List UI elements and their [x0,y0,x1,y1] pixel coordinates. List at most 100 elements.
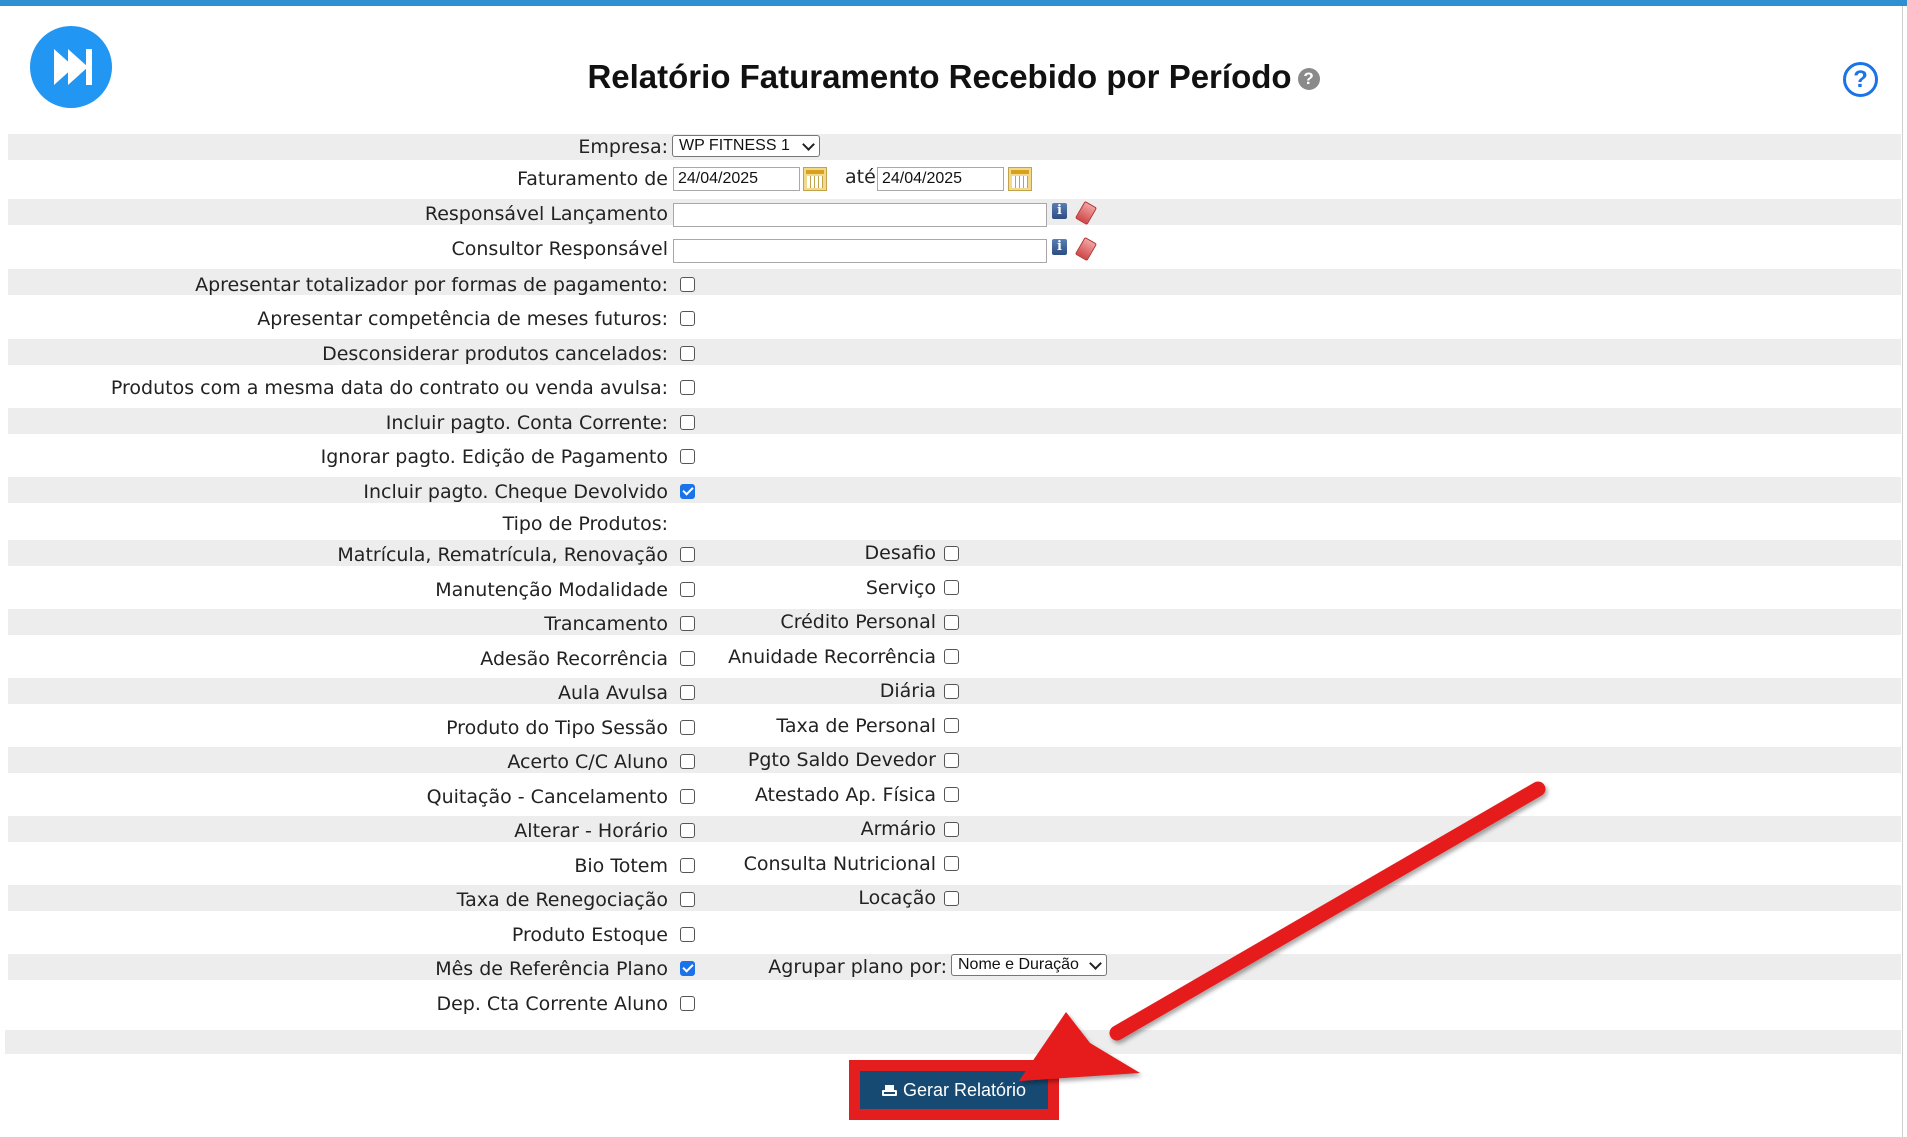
product-type-label: Atestado Ap. Física [754,784,936,806]
agrupar-plano-select[interactable]: Nome e Duração [951,954,1107,976]
page-title: Relatório Faturamento Recebido por Perío… [0,58,1907,96]
empresa-select-value: WP FITNESS 1 [679,137,790,154]
product-type-label: Crédito Personal [780,611,936,633]
product-type-label: Alterar - Horário [514,820,668,842]
product-type-checkbox[interactable] [680,858,695,873]
product-type-checkbox-checked[interactable] [680,961,695,976]
option-checkbox[interactable] [680,415,695,430]
product-type-checkbox[interactable] [680,789,695,804]
right-border [1902,6,1903,1137]
option-checkbox[interactable] [680,380,695,395]
product-type-checkbox[interactable] [680,720,695,735]
product-type-checkbox[interactable] [944,546,959,561]
option-label: Apresentar totalizador por formas de pag… [195,274,668,296]
product-type-checkbox[interactable] [944,787,959,802]
product-type-checkbox[interactable] [944,856,959,871]
product-type-checkbox[interactable] [680,754,695,769]
product-type-label: Consulta Nutricional [743,853,936,875]
product-type-checkbox[interactable] [680,685,695,700]
option-label: Incluir pagto. Cheque Devolvido [363,481,668,503]
consultor-input[interactable] [673,239,1047,263]
product-type-checkbox[interactable] [944,718,959,733]
product-type-checkbox[interactable] [944,580,959,595]
consultor-label: Consultor Responsável [451,238,669,260]
chevron-down-icon [1089,957,1102,970]
row-stripe [8,477,1901,503]
product-type-label: Pgto Saldo Devedor [747,749,936,771]
product-type-label: Produto do Tipo Sessão [446,717,668,739]
product-type-label: Mês de Referência Plano [435,958,668,980]
option-label: Incluir pagto. Conta Corrente: [385,412,668,434]
row-stripe [8,339,1901,365]
product-type-checkbox[interactable] [944,822,959,837]
product-type-label: Taxa de Personal [776,715,936,737]
responsavel-input[interactable] [673,203,1047,227]
product-type-checkbox[interactable] [944,684,959,699]
option-checkbox[interactable] [680,346,695,361]
option-checkbox-checked[interactable] [680,484,695,499]
product-type-label: Diária [879,680,936,702]
tipo-produtos-label: Tipo de Produtos: [502,513,668,535]
product-type-label: Locação [858,887,936,909]
product-type-checkbox[interactable] [680,892,695,907]
product-type-label: Produto Estoque [511,924,668,946]
product-type-checkbox[interactable] [680,616,695,631]
option-checkbox[interactable] [680,277,695,292]
date-to-field[interactable]: 24/04/2025 [877,167,1004,191]
chevron-down-icon [802,138,815,151]
product-type-label: Adesão Recorrência [480,648,668,670]
page-title-text: Relatório Faturamento Recebido por Perío… [587,58,1292,95]
option-checkbox[interactable] [680,449,695,464]
empresa-select[interactable]: WP FITNESS 1 [672,135,820,157]
product-type-checkbox[interactable] [680,996,695,1011]
product-type-label: Trancamento [544,613,668,635]
product-type-label: Aula Avulsa [558,682,668,704]
option-label: Apresentar competência de meses futuros: [257,308,668,330]
product-type-label: Desafio [864,542,936,564]
ate-label: até [845,166,876,188]
product-type-checkbox[interactable] [680,927,695,942]
product-type-label: Matrícula, Rematrícula, Renovação [337,544,668,566]
responsavel-label: Responsável Lançamento [424,203,668,225]
calendar-icon[interactable] [803,167,827,191]
product-type-label: Anuidade Recorrência [728,646,936,668]
generate-report-button[interactable]: Gerar Relatório [860,1071,1048,1109]
product-type-checkbox[interactable] [680,651,695,666]
date-from-field[interactable]: 24/04/2025 [673,167,800,191]
product-type-label: Taxa de Renegociação [456,889,668,911]
product-type-checkbox[interactable] [944,615,959,630]
product-type-label: Dep. Cta Corrente Aluno [436,993,668,1015]
info-icon[interactable]: i [1052,203,1067,219]
help-icon[interactable]: ? [1843,62,1878,97]
option-label: Desconsiderar produtos cancelados: [322,343,668,365]
empresa-label: Empresa: [578,136,668,158]
product-type-label: Bio Totem [574,855,668,877]
generate-report-label: Gerar Relatório [902,1080,1027,1100]
top-accent-bar [0,0,1907,6]
row-stripe [8,408,1901,434]
product-type-checkbox[interactable] [944,891,959,906]
printer-icon [881,1085,897,1098]
row-stripe [8,134,1901,160]
option-label: Produtos com a mesma data do contrato ou… [110,377,668,399]
calendar-icon[interactable] [1008,167,1032,191]
product-type-label: Quitação - Cancelamento [426,786,668,808]
product-type-label: Armário [860,818,936,840]
product-type-checkbox[interactable] [680,582,695,597]
footer-stripe [5,1030,1901,1054]
agrupar-plano-value: Nome e Duração [958,956,1079,973]
product-type-checkbox[interactable] [680,547,695,562]
product-type-checkbox[interactable] [944,649,959,664]
title-help-icon[interactable]: ? [1297,68,1320,91]
product-type-label: Manutenção Modalidade [435,579,668,601]
product-type-checkbox[interactable] [944,753,959,768]
option-checkbox[interactable] [680,311,695,326]
info-icon[interactable]: i [1052,239,1067,255]
product-type-checkbox[interactable] [680,823,695,838]
faturamento-label: Faturamento de [517,168,668,190]
option-label: Ignorar pagto. Edição de Pagamento [320,446,668,468]
product-type-label: Acerto C/C Aluno [507,751,668,773]
eraser-icon[interactable] [1074,236,1098,262]
agrupar-plano-label: Agrupar plano por: [768,956,947,978]
product-type-label: Serviço [865,577,936,599]
